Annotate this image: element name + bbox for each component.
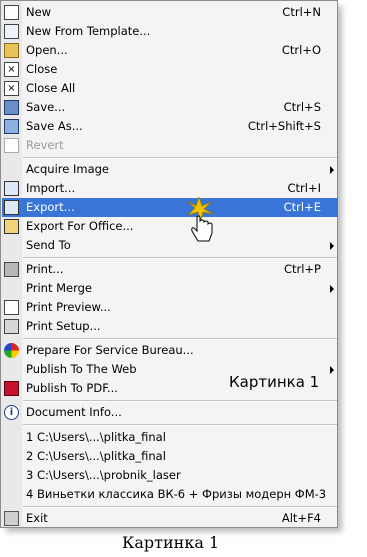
menu-item-label: Exit bbox=[26, 511, 48, 525]
menu-item-label: Print Setup... bbox=[26, 319, 101, 333]
recent-file-1[interactable]: 1 C:\Users\...\plitka_final bbox=[2, 428, 338, 447]
recent-file-4[interactable]: 4 Виньетки классика ВК-6 + Фризы модерн … bbox=[2, 485, 338, 504]
menu-item-shortcut: Ctrl+Shift+S bbox=[247, 119, 321, 133]
menu-item-print-preview[interactable]: Print Preview... bbox=[2, 298, 338, 317]
menu-item-label: Prepare For Service Bureau... bbox=[26, 343, 194, 357]
file-menu: New Ctrl+N New From Template... Open... … bbox=[0, 0, 338, 528]
menu-separator bbox=[23, 400, 337, 402]
menu-item-prepare-service-bureau[interactable]: Prepare For Service Bureau... bbox=[2, 341, 338, 360]
menu-item-label: Print Preview... bbox=[26, 300, 111, 314]
menu-item-label: Save As... bbox=[26, 119, 83, 133]
menu-separator bbox=[23, 257, 337, 259]
menu-item-label: Export For Office... bbox=[26, 219, 134, 233]
menu-separator bbox=[23, 338, 337, 340]
menu-item-print-merge[interactable]: Print Merge bbox=[2, 279, 338, 298]
menu-item-label: Close bbox=[26, 62, 58, 76]
menu-item-close[interactable]: × Close bbox=[2, 60, 338, 79]
printer-icon bbox=[4, 262, 19, 277]
menu-item-print[interactable]: Print... Ctrl+P bbox=[2, 260, 338, 279]
menu-item-open[interactable]: Open... Ctrl+O bbox=[2, 41, 338, 60]
menu-item-new[interactable]: New Ctrl+N bbox=[2, 3, 338, 22]
menu-item-label: Close All bbox=[26, 81, 76, 95]
menu-item-shortcut: Ctrl+O bbox=[281, 43, 321, 57]
menu-item-label: Export... bbox=[26, 200, 75, 214]
menu-item-acquire-image[interactable]: Acquire Image bbox=[2, 160, 338, 179]
click-cursor-icon bbox=[186, 197, 214, 242]
menu-item-close-all[interactable]: × Close All bbox=[2, 79, 338, 98]
image-caption: Картинка 1 bbox=[122, 533, 220, 552]
menu-item-label: 4 Виньетки классика ВК-6 + Фризы модерн … bbox=[26, 487, 327, 501]
menu-item-label: 2 C:\Users\...\plitka_final bbox=[26, 449, 166, 463]
menu-item-label: Save... bbox=[26, 100, 66, 114]
menu-item-label: Acquire Image bbox=[26, 162, 109, 176]
print-setup-icon bbox=[4, 319, 19, 334]
save-icon bbox=[4, 100, 19, 115]
pdf-icon bbox=[4, 381, 19, 396]
menu-item-shortcut: Ctrl+I bbox=[287, 181, 322, 195]
revert-icon bbox=[4, 138, 19, 153]
menu-item-label: Publish To The Web bbox=[26, 362, 137, 376]
menu-item-shortcut: Alt+F4 bbox=[281, 511, 321, 525]
recent-file-2[interactable]: 2 C:\Users\...\plitka_final bbox=[2, 447, 338, 466]
menu-separator bbox=[23, 157, 337, 159]
template-icon bbox=[4, 24, 19, 39]
menu-item-import[interactable]: Import... Ctrl+I bbox=[2, 179, 338, 198]
menu-item-print-setup[interactable]: Print Setup... bbox=[2, 317, 338, 336]
export-icon bbox=[4, 200, 19, 215]
menu-item-send-to[interactable]: Send To bbox=[2, 236, 338, 255]
exit-icon bbox=[4, 511, 19, 526]
submenu-arrow-icon bbox=[330, 366, 334, 374]
menu-item-shortcut: Ctrl+S bbox=[283, 100, 321, 114]
menu-item-save[interactable]: Save... Ctrl+S bbox=[2, 98, 338, 117]
menu-item-label: 1 C:\Users\...\plitka_final bbox=[26, 430, 166, 444]
menu-item-label: 3 C:\Users\...\probnik_laser bbox=[26, 468, 181, 482]
menu-item-exit[interactable]: Exit Alt+F4 bbox=[2, 509, 338, 528]
menu-item-label: New bbox=[26, 5, 52, 19]
menu-separator bbox=[23, 424, 337, 426]
menu-item-label: New From Template... bbox=[26, 24, 151, 38]
new-document-icon bbox=[4, 5, 19, 20]
menu-item-label: Import... bbox=[26, 181, 76, 195]
submenu-arrow-icon bbox=[330, 285, 334, 293]
close-document-icon: × bbox=[4, 62, 19, 77]
info-icon: i bbox=[4, 405, 19, 420]
menu-item-label: Print Merge bbox=[26, 281, 93, 295]
image-caption-inner: Картинка 1 bbox=[229, 373, 320, 391]
menu-item-label: Print... bbox=[26, 262, 64, 276]
menu-item-new-from-template[interactable]: New From Template... bbox=[2, 22, 338, 41]
menu-item-shortcut: Ctrl+P bbox=[283, 262, 321, 276]
open-folder-icon bbox=[4, 43, 19, 58]
submenu-arrow-icon bbox=[330, 166, 334, 174]
save-as-icon bbox=[4, 119, 19, 134]
menu-item-revert: Revert bbox=[2, 136, 338, 155]
menu-separator bbox=[23, 506, 337, 508]
menu-item-document-info[interactable]: i Document Info... bbox=[2, 403, 338, 422]
recent-file-3[interactable]: 3 C:\Users\...\probnik_laser bbox=[2, 466, 338, 485]
submenu-arrow-icon bbox=[330, 242, 334, 250]
menu-item-shortcut: Ctrl+E bbox=[283, 200, 321, 214]
menu-item-label: Publish To PDF... bbox=[26, 381, 118, 395]
menu-item-save-as[interactable]: Save As... Ctrl+Shift+S bbox=[2, 117, 338, 136]
menu-item-shortcut: Ctrl+N bbox=[282, 5, 321, 19]
import-icon bbox=[4, 181, 19, 196]
menu-item-label: Document Info... bbox=[26, 405, 122, 419]
menu-item-export-for-office[interactable]: Export For Office... bbox=[2, 217, 338, 236]
menu-item-label: Send To bbox=[26, 238, 71, 252]
menu-item-label: Open... bbox=[26, 43, 68, 57]
print-preview-icon bbox=[4, 300, 19, 315]
service-bureau-icon bbox=[4, 343, 19, 358]
menu-item-export[interactable]: Export... Ctrl+E bbox=[2, 198, 338, 217]
menu-item-label: Revert bbox=[26, 138, 64, 152]
export-office-icon bbox=[4, 219, 19, 234]
close-all-icon: × bbox=[4, 81, 19, 96]
